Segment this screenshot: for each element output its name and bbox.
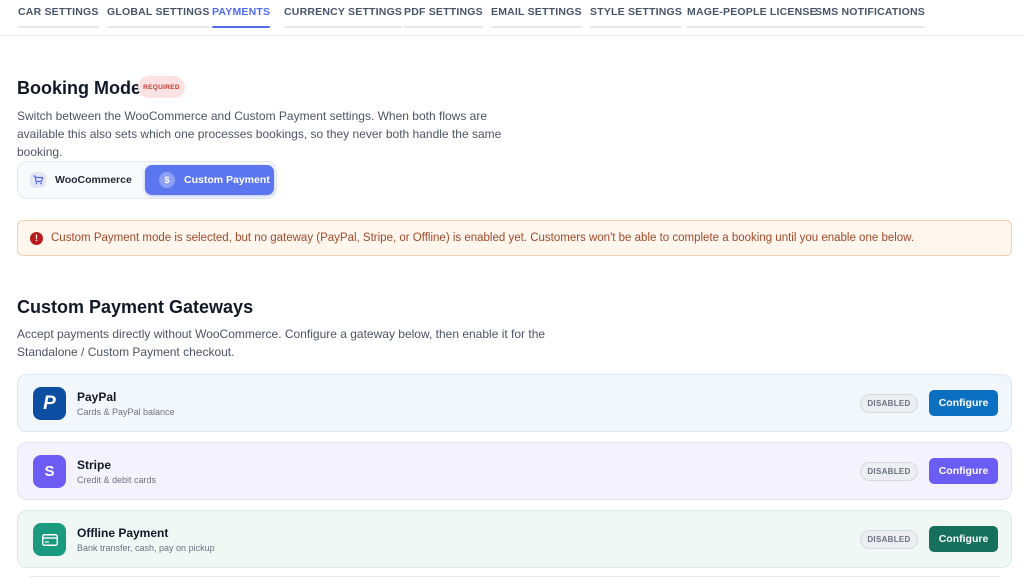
exclamation-circle-icon: ! [30,231,43,245]
tab-payments[interactable]: PAYMENTS [212,6,271,28]
tab-car-settings[interactable]: CAR SETTINGS [18,6,99,28]
booking-mode-switch: WooCommerce $ Custom Payment [17,161,277,199]
tab-currency-settings[interactable]: CURRENCY SETTINGS [284,6,403,28]
credit-card-icon [33,523,66,556]
gateway-name: PayPal [77,390,117,404]
tab-sms-notifications[interactable]: SMS NOTIFICATIONS [815,6,925,28]
desc-line: Accept payments directly without WooComm… [17,327,546,341]
cart-icon [30,172,46,188]
status-badge: DISABLED [860,462,918,481]
gateway-card-paypal: P PayPal Cards & PayPal balance DISABLED… [17,374,1012,432]
configure-stripe-button[interactable]: Configure [929,458,998,484]
gateways-section-description: Accept payments directly without WooComm… [17,325,545,361]
dollar-circle-icon: $ [159,172,175,188]
tab-email-settings[interactable]: EMAIL SETTINGS [491,6,582,28]
stripe-logo-icon: S [33,455,66,488]
tab-pdf-settings[interactable]: PDF SETTINGS [404,6,483,28]
tab-mage-people-license[interactable]: MAGE-PEOPLE LICENSE [687,6,817,28]
booking-mode-description: Switch between the WooCommerce and Custo… [17,107,501,161]
gateway-name: Offline Payment [77,526,169,540]
gateways-section-title: Custom Payment Gateways [17,297,254,317]
gateway-card-stripe: S Stripe Credit & debit cards DISABLED C… [17,442,1012,500]
booking-mode-title: Booking Mode [17,78,141,98]
woocommerce-label: WooCommerce [55,174,132,186]
status-badge: DISABLED [860,394,918,413]
desc-line: Switch between the WooCommerce and Custo… [17,109,487,123]
configure-offline-button[interactable]: Configure [929,526,998,552]
settings-tab-bar: CAR SETTINGS GLOBAL SETTINGS PAYMENTS CU… [0,0,1024,36]
alert-message: Custom Payment mode is selected, but no … [51,232,915,244]
gateway-warning-alert: ! Custom Payment mode is selected, but n… [17,220,1012,256]
desc-line: available this also sets which one proce… [17,127,502,141]
tab-style-settings[interactable]: STYLE SETTINGS [590,6,683,28]
desc-line: Standalone / Custom Payment checkout. [17,345,235,359]
custom-payment-label: Custom Payment [184,174,270,186]
required-badge: REQUIRED [138,76,185,98]
woocommerce-mode-option[interactable]: WooCommerce [30,165,148,195]
gateway-subtitle: Cards & PayPal balance [77,407,175,417]
gateway-name: Stripe [77,458,112,472]
desc-line: booking. [17,145,63,159]
divider [30,576,1000,577]
tab-global-settings[interactable]: GLOBAL SETTINGS [107,6,210,28]
configure-paypal-button[interactable]: Configure [929,390,998,416]
paypal-logo-icon: P [33,387,66,420]
status-badge: DISABLED [860,530,918,549]
gateway-subtitle: Bank transfer, cash, pay on pickup [77,543,215,553]
gateway-card-offline: Offline Payment Bank transfer, cash, pay… [17,510,1012,568]
gateway-subtitle: Credit & debit cards [77,475,157,485]
custom-payment-mode-option[interactable]: $ Custom Payment [145,165,274,195]
